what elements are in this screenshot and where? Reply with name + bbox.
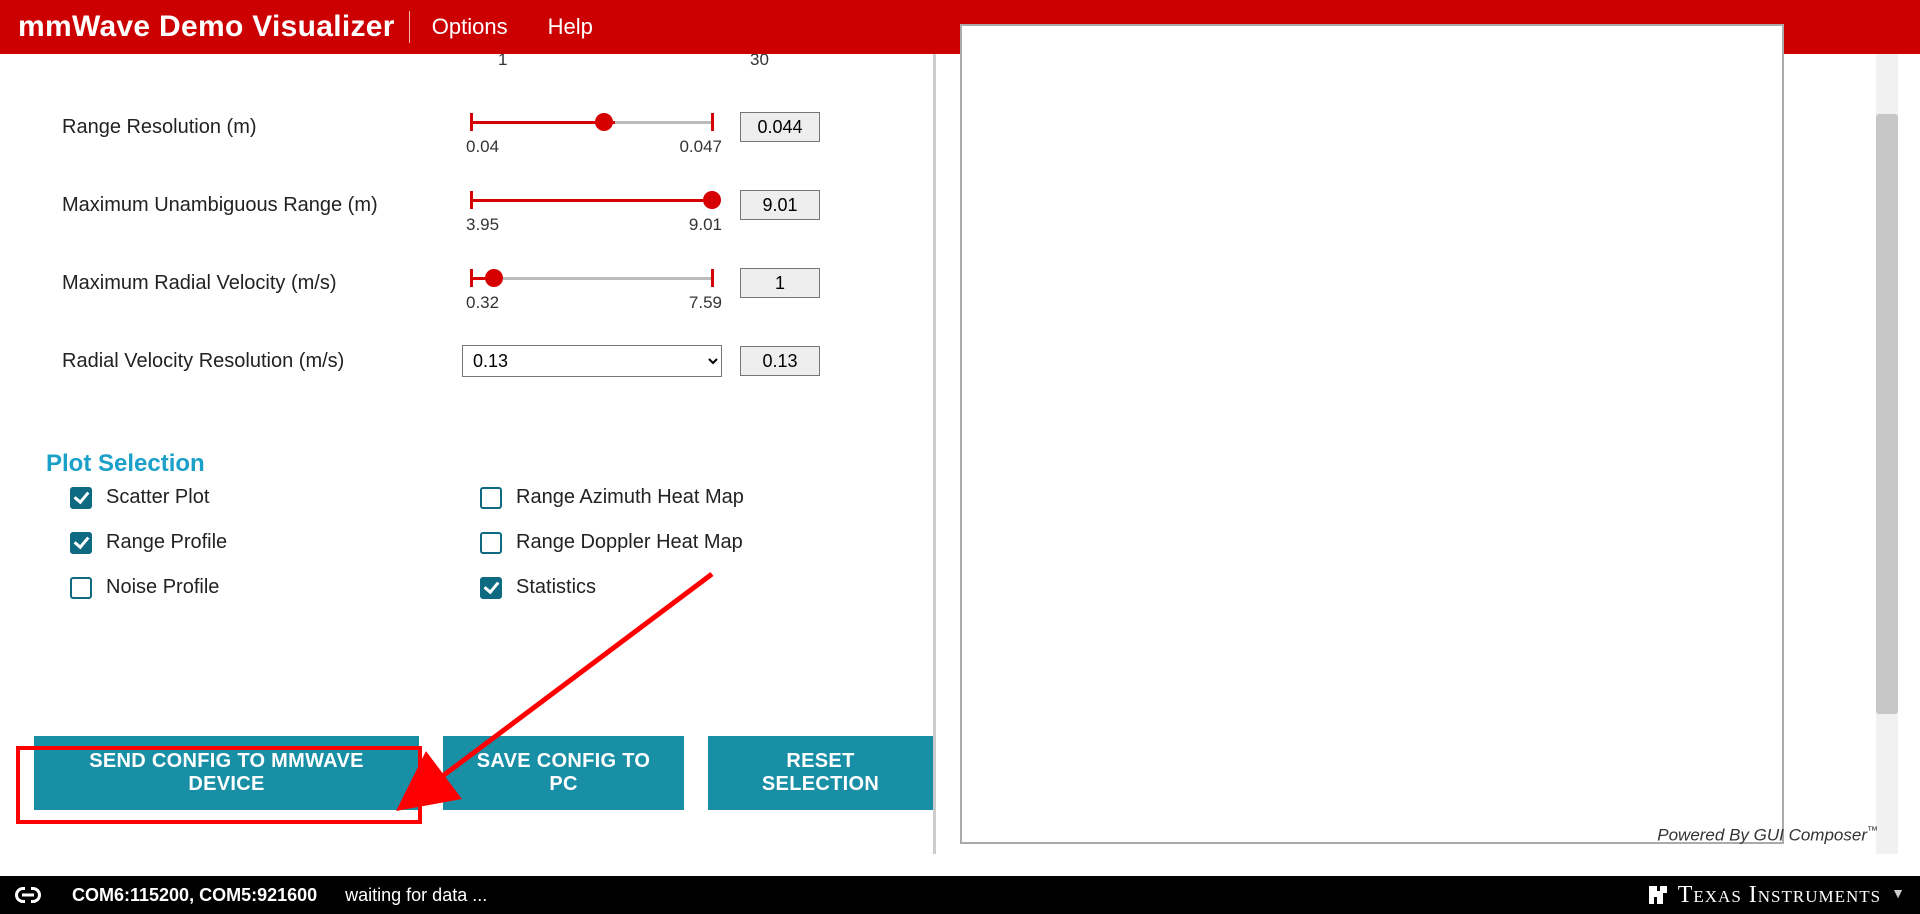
- checkbox-label: Statistics: [516, 576, 596, 599]
- action-button-row: SEND CONFIG TO MMWAVE DEVICE SAVE CONFIG…: [34, 736, 933, 810]
- plot-checkbox-grid: Scatter Plot Range Azimuth Heat Map Rang…: [42, 486, 903, 599]
- checkbox-range-azimuth[interactable]: Range Azimuth Heat Map: [480, 486, 890, 509]
- section-plot-selection: Plot Selection: [42, 450, 903, 478]
- scrollbar-thumb[interactable]: [1876, 114, 1898, 714]
- app-title: mmWave Demo Visualizer: [18, 10, 395, 44]
- check-icon: [70, 577, 92, 599]
- checkbox-label: Scatter Plot: [106, 486, 209, 509]
- powered-by-label: Powered By GUI Composer™: [1657, 825, 1878, 846]
- check-icon: [480, 577, 502, 599]
- label-radial-res: Radial Velocity Resolution (m/s): [42, 350, 462, 373]
- value-max-range: 9.01: [740, 190, 820, 220]
- value-radial-res: 0.13: [740, 346, 820, 376]
- chevron-down-icon: ▼: [1891, 887, 1906, 903]
- row-max-velocity: Maximum Radial Velocity (m/s) 0.32 7.59 …: [42, 250, 903, 316]
- checkbox-label: Noise Profile: [106, 576, 219, 599]
- reset-selection-button[interactable]: RESET SELECTION: [708, 736, 933, 810]
- row-max-range: Maximum Unambiguous Range (m) 3.95 9.01 …: [42, 172, 903, 238]
- check-icon: [480, 532, 502, 554]
- plot-panel: ▲ Powered By GUI Composer™: [960, 54, 1900, 854]
- link-icon[interactable]: [14, 885, 42, 905]
- check-icon: [70, 487, 92, 509]
- prev-slider-min: 1: [498, 54, 507, 70]
- ti-logo-text: Texas Instruments: [1678, 882, 1881, 909]
- min-max-range: 3.95: [466, 215, 499, 235]
- send-config-button[interactable]: SEND CONFIG TO MMWAVE DEVICE: [34, 736, 419, 810]
- checkbox-scatter-plot[interactable]: Scatter Plot: [70, 486, 480, 509]
- select-radial-res[interactable]: 0.13: [462, 345, 722, 377]
- ti-logo[interactable]: Texas Instruments ▼: [1646, 882, 1906, 909]
- check-icon: [480, 487, 502, 509]
- status-bar: COM6:115200, COM5:921600 waiting for dat…: [0, 876, 1920, 914]
- save-config-button[interactable]: SAVE CONFIG TO PC: [443, 736, 684, 810]
- slider-max-range[interactable]: 3.95 9.01: [462, 185, 722, 225]
- config-panel: 1 30 Range Resolution (m) 0.04 0.047 0.0…: [12, 54, 936, 854]
- checkbox-label: Range Azimuth Heat Map: [516, 486, 744, 509]
- label-max-velocity: Maximum Radial Velocity (m/s): [42, 272, 462, 295]
- value-max-velocity: 1: [740, 268, 820, 298]
- checkbox-statistics[interactable]: Statistics: [480, 576, 890, 599]
- checkbox-noise-profile[interactable]: Noise Profile: [70, 576, 480, 599]
- max-max-range: 9.01: [689, 215, 722, 235]
- check-icon: [70, 532, 92, 554]
- status-message: waiting for data ...: [345, 885, 487, 906]
- min-max-velocity: 0.32: [466, 293, 499, 313]
- prev-slider-max: 30: [750, 54, 769, 70]
- label-range-resolution: Range Resolution (m): [42, 116, 462, 139]
- header-separator: [409, 11, 410, 43]
- checkbox-range-profile[interactable]: Range Profile: [70, 531, 480, 554]
- slider-max-velocity[interactable]: 0.32 7.59: [462, 263, 722, 303]
- max-max-velocity: 7.59: [689, 293, 722, 313]
- status-com-ports: COM6:115200, COM5:921600: [72, 885, 317, 906]
- row-radial-res: Radial Velocity Resolution (m/s) 0.13 0.…: [42, 328, 903, 394]
- checkbox-label: Range Profile: [106, 531, 227, 554]
- menu-help[interactable]: Help: [548, 14, 593, 40]
- row-range-resolution: Range Resolution (m) 0.04 0.047 0.044: [42, 94, 903, 160]
- value-range-resolution: 0.044: [740, 112, 820, 142]
- min-range-resolution: 0.04: [466, 137, 499, 157]
- menu-options[interactable]: Options: [432, 14, 508, 40]
- label-max-range: Maximum Unambiguous Range (m): [42, 194, 462, 217]
- plot-canvas: [960, 24, 1784, 844]
- slider-range-resolution[interactable]: 0.04 0.047: [462, 107, 722, 147]
- checkbox-label: Range Doppler Heat Map: [516, 531, 743, 554]
- max-range-resolution: 0.047: [679, 137, 722, 157]
- checkbox-range-doppler[interactable]: Range Doppler Heat Map: [480, 531, 890, 554]
